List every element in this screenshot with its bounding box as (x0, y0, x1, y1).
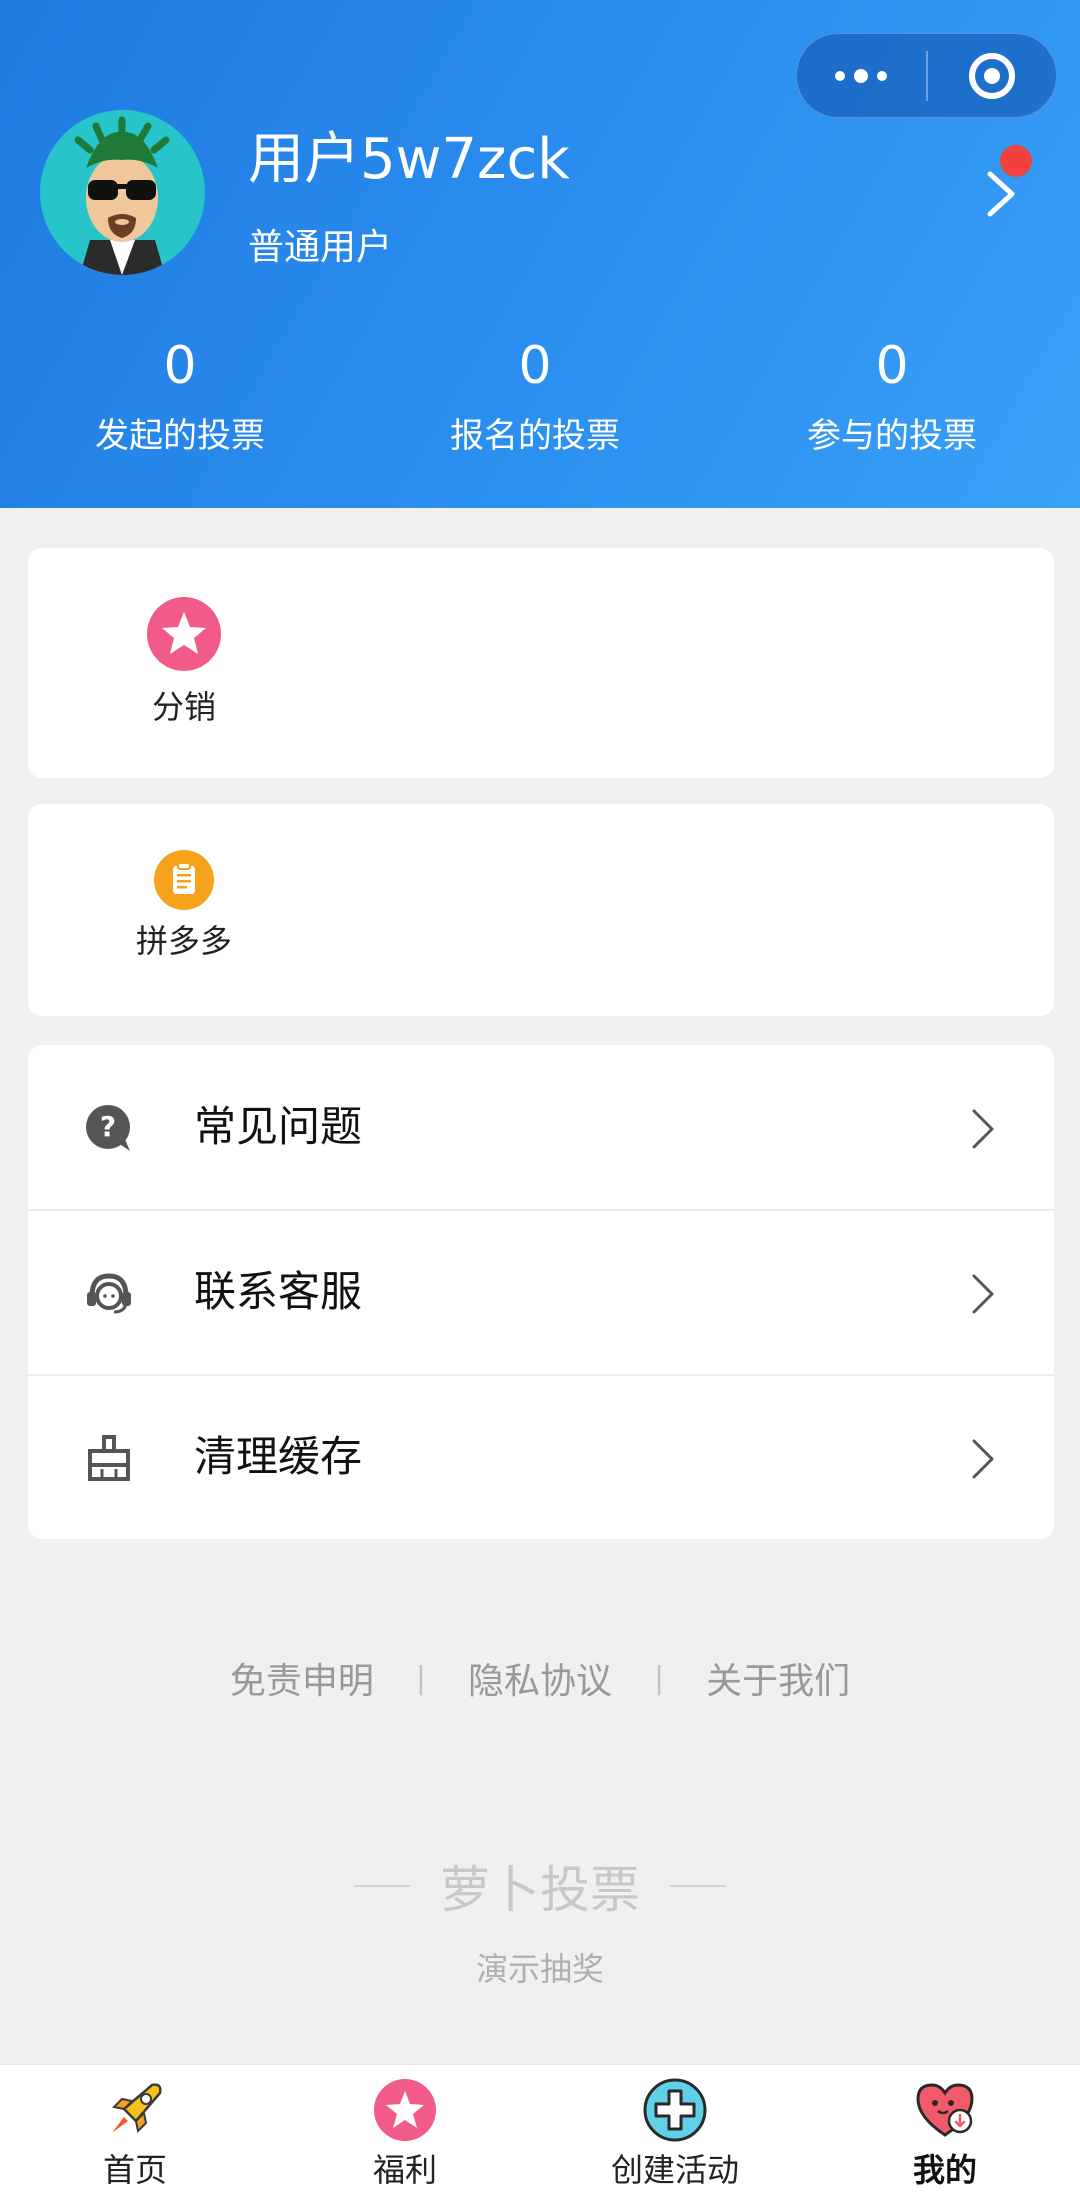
brand-subtitle: 演示抽奖 (475, 1950, 604, 1988)
privacy-link[interactable]: 隐私协议 (468, 1652, 612, 1704)
footer-separator: | (415, 1660, 426, 1696)
rocket-icon (111, 2083, 162, 2134)
tab-create-activity[interactable]: 创建活动 (540, 2065, 810, 2195)
stat-value: 0 (518, 336, 552, 396)
stat-participated-votes[interactable]: 0 参与的投票 (712, 330, 1072, 466)
profile-header: 用户5w7zck 普通用户 0 发起的投票 0 报名的投票 0 参与的投票 (0, 0, 1080, 508)
footer-separator: | (654, 1660, 665, 1696)
distribution-card: 分销 (28, 548, 1054, 778)
svg-text:?: ? (100, 1110, 116, 1143)
footer-links: 免责申明 | 隐私协议 | 关于我们 (0, 1652, 1080, 1704)
tab-welfare[interactable]: 福利 (270, 2065, 540, 2195)
brand-line-right (670, 1885, 726, 1887)
username: 用户5w7zck (248, 127, 570, 192)
distribution-label: 分销 (151, 688, 216, 726)
more-button[interactable] (797, 34, 926, 117)
plus-circle-icon (643, 2078, 707, 2142)
headset-icon (87, 1273, 131, 1314)
heart-face-icon (916, 2083, 974, 2137)
tab-label: 首页 (102, 2151, 167, 2189)
menu-list: ? 常见问题 联系客服 清理缓存 (28, 1045, 1054, 1539)
close-miniprogram-button[interactable] (928, 34, 1057, 117)
distribution-button[interactable]: 分销 (94, 596, 274, 730)
more-dots-icon (835, 68, 888, 83)
chevron-right-icon (972, 1109, 994, 1149)
tab-label: 福利 (372, 2151, 437, 2189)
stat-value: 0 (875, 336, 909, 396)
menu-item-label: 常见问题 (194, 1102, 363, 1151)
menu-item-label: 清理缓存 (194, 1432, 363, 1481)
stat-registered-votes[interactable]: 0 报名的投票 (355, 330, 715, 466)
miniprogram-capsule (796, 33, 1057, 118)
pink-star-icon (147, 597, 221, 671)
pinduoduo-button[interactable]: 拼多多 (94, 850, 274, 964)
menu-item-label: 联系客服 (194, 1267, 363, 1316)
stat-value: 0 (163, 336, 197, 396)
menu-item-faq[interactable]: ? 常见问题 (28, 1045, 1054, 1210)
stat-initiated-votes[interactable]: 0 发起的投票 (0, 330, 360, 466)
stat-label: 报名的投票 (450, 416, 620, 456)
brand-line-left (354, 1885, 410, 1887)
target-circle-icon (968, 52, 1015, 99)
chevron-right-icon[interactable] (984, 168, 1020, 220)
pinduoduo-label: 拼多多 (135, 922, 232, 960)
user-type-label: 普通用户 (248, 227, 393, 268)
chevron-right-icon (972, 1274, 994, 1314)
tab-mine[interactable]: 我的 (810, 2065, 1080, 2195)
menu-item-clear-cache[interactable]: 清理缓存 (28, 1375, 1054, 1540)
brand-name: 萝卜投票 (440, 1861, 640, 1919)
menu-item-contact-service[interactable]: 联系客服 (28, 1210, 1054, 1375)
cartoon-avatar-icon (40, 110, 204, 275)
stat-label: 参与的投票 (807, 416, 977, 456)
bottom-tab-bar: 首页 福利 创建活动 我的 (0, 2064, 1080, 2195)
brand-block: 萝卜投票 (0, 1850, 1080, 1922)
orange-clipboard-icon (154, 850, 214, 910)
tab-label: 创建活动 (610, 2151, 739, 2189)
tab-home[interactable]: 首页 (0, 2065, 270, 2195)
broom-icon (88, 1435, 130, 1481)
pinduoduo-card: 拼多多 (28, 804, 1054, 1016)
pink-star-icon (374, 2079, 436, 2141)
question-bubble-icon: ? (86, 1105, 130, 1151)
tab-label: 我的 (912, 2151, 977, 2189)
about-link[interactable]: 关于我们 (706, 1652, 850, 1704)
chevron-right-icon (972, 1439, 994, 1479)
stat-label: 发起的投票 (95, 416, 265, 456)
avatar[interactable] (40, 110, 205, 275)
disclaimer-link[interactable]: 免责申明 (230, 1652, 374, 1704)
